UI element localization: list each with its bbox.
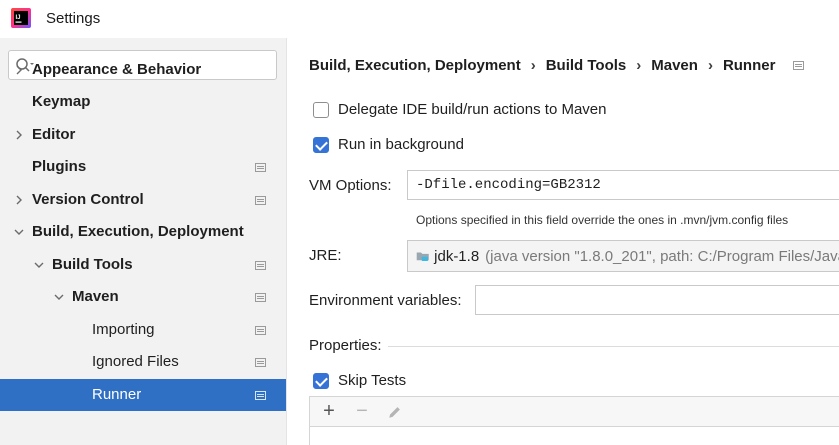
project-level-icon — [255, 293, 266, 302]
sidebar-item-maven[interactable]: Maven — [0, 281, 286, 313]
project-level-icon — [255, 326, 266, 335]
sidebar-item-ignored-files[interactable]: Ignored Files — [0, 346, 286, 378]
sidebar-item-label: Editor — [32, 126, 76, 143]
properties-toolbar: + − — [310, 397, 839, 427]
chevron-right-icon[interactable] — [13, 64, 25, 76]
properties-divider — [388, 346, 839, 347]
delegate-build-row[interactable]: Delegate IDE build/run actions to Maven — [313, 101, 606, 118]
project-level-icon — [255, 163, 266, 172]
env-vars-field[interactable] — [475, 285, 839, 315]
svg-text:IJ: IJ — [16, 15, 21, 21]
sidebar-item-label: Build, Execution, Deployment — [32, 223, 244, 240]
remove-property-button[interactable]: − — [351, 400, 373, 423]
app-logo-icon: IJ — [11, 8, 31, 28]
sidebar-item-label: Keymap — [32, 93, 91, 110]
vm-options-field[interactable]: -Dfile.encoding=GB2312 — [407, 170, 839, 200]
sidebar-item-label: Appearance & Behavior — [32, 61, 202, 78]
jre-detail: (java version "1.8.0_201", path: C:/Prog… — [485, 247, 839, 265]
settings-sidebar: Appearance & Behavior Keymap Editor Plugins… — [0, 38, 287, 445]
breadcrumb-item: Build, Execution, Deployment — [309, 57, 521, 74]
breadcrumb-separator: › — [707, 57, 713, 74]
skip-tests-label[interactable]: Skip Tests — [338, 372, 406, 389]
window-title: Settings — [46, 10, 101, 27]
sidebar-item-label: Version Control — [32, 191, 144, 208]
breadcrumb-item: Maven — [651, 57, 698, 74]
chevron-right-icon[interactable] — [13, 129, 25, 141]
skip-tests-checkbox[interactable] — [313, 372, 329, 389]
properties-table[interactable]: + − — [309, 396, 839, 445]
project-level-icon — [255, 196, 266, 205]
sidebar-item-plugins[interactable]: Plugins — [0, 151, 286, 183]
sidebar-item-importing[interactable]: Importing — [0, 314, 286, 346]
run-in-background-label[interactable]: Run in background — [338, 136, 464, 153]
jdk-folder-icon — [416, 252, 429, 261]
edit-pencil-icon[interactable] — [384, 401, 406, 423]
chevron-right-icon[interactable] — [13, 194, 25, 206]
chevron-down-icon[interactable] — [53, 291, 65, 303]
vm-options-label: VM Options: — [309, 177, 392, 194]
sidebar-item-editor[interactable]: Editor — [0, 119, 286, 151]
breadcrumb-separator: › — [530, 57, 536, 74]
sidebar-item-label: Runner — [92, 386, 142, 403]
delegate-build-label[interactable]: Delegate IDE build/run actions to Maven — [338, 101, 606, 118]
sidebar-item-label: Maven — [72, 288, 119, 305]
breadcrumb-item: Runner — [722, 57, 776, 74]
sidebar-item-label: Build Tools — [52, 256, 133, 273]
sidebar-item-label: Ignored Files — [92, 353, 179, 370]
project-level-icon — [255, 358, 266, 367]
delegate-build-checkbox[interactable] — [313, 101, 329, 118]
jre-dropdown[interactable]: jdk-1.8 (java version "1.8.0_201", path:… — [407, 240, 839, 272]
sidebar-item-build-tools[interactable]: Build Tools — [0, 249, 286, 281]
skip-tests-row[interactable]: Skip Tests — [313, 372, 406, 389]
properties-section-title: Properties: — [309, 337, 382, 354]
project-level-icon — [255, 391, 266, 400]
run-in-background-row[interactable]: Run in background — [313, 136, 464, 153]
breadcrumb: Build, Execution, Deployment › Build Too… — [309, 57, 805, 74]
jre-label: JRE: — [309, 247, 342, 264]
sidebar-item-label: Plugins — [32, 158, 87, 175]
env-vars-label: Environment variables: — [309, 292, 462, 309]
sidebar-item-version-control[interactable]: Version Control — [0, 184, 286, 216]
sidebar-item-keymap[interactable]: Keymap — [0, 86, 286, 118]
chevron-down-icon[interactable] — [13, 226, 25, 238]
sidebar-item-label: Importing — [92, 321, 155, 338]
sidebar-item-build-execution-deployment[interactable]: Build, Execution, Deployment — [0, 216, 286, 248]
settings-content: Build, Execution, Deployment › Build Too… — [288, 38, 839, 445]
project-level-icon — [255, 261, 266, 270]
run-in-background-checkbox[interactable] — [313, 136, 329, 153]
breadcrumb-item: Build Tools — [545, 57, 627, 74]
sidebar-item-appearance-behavior[interactable]: Appearance & Behavior — [0, 54, 286, 86]
chevron-down-icon[interactable] — [33, 259, 45, 271]
jre-name: jdk-1.8 — [434, 247, 480, 265]
title-bar: IJ Settings — [0, 0, 839, 38]
sidebar-item-runner[interactable]: Runner — [0, 379, 286, 411]
project-level-icon — [793, 61, 805, 70]
add-property-button[interactable]: + — [318, 400, 340, 423]
breadcrumb-separator: › — [636, 57, 642, 74]
vm-options-hint: Options specified in this field override… — [416, 213, 789, 227]
